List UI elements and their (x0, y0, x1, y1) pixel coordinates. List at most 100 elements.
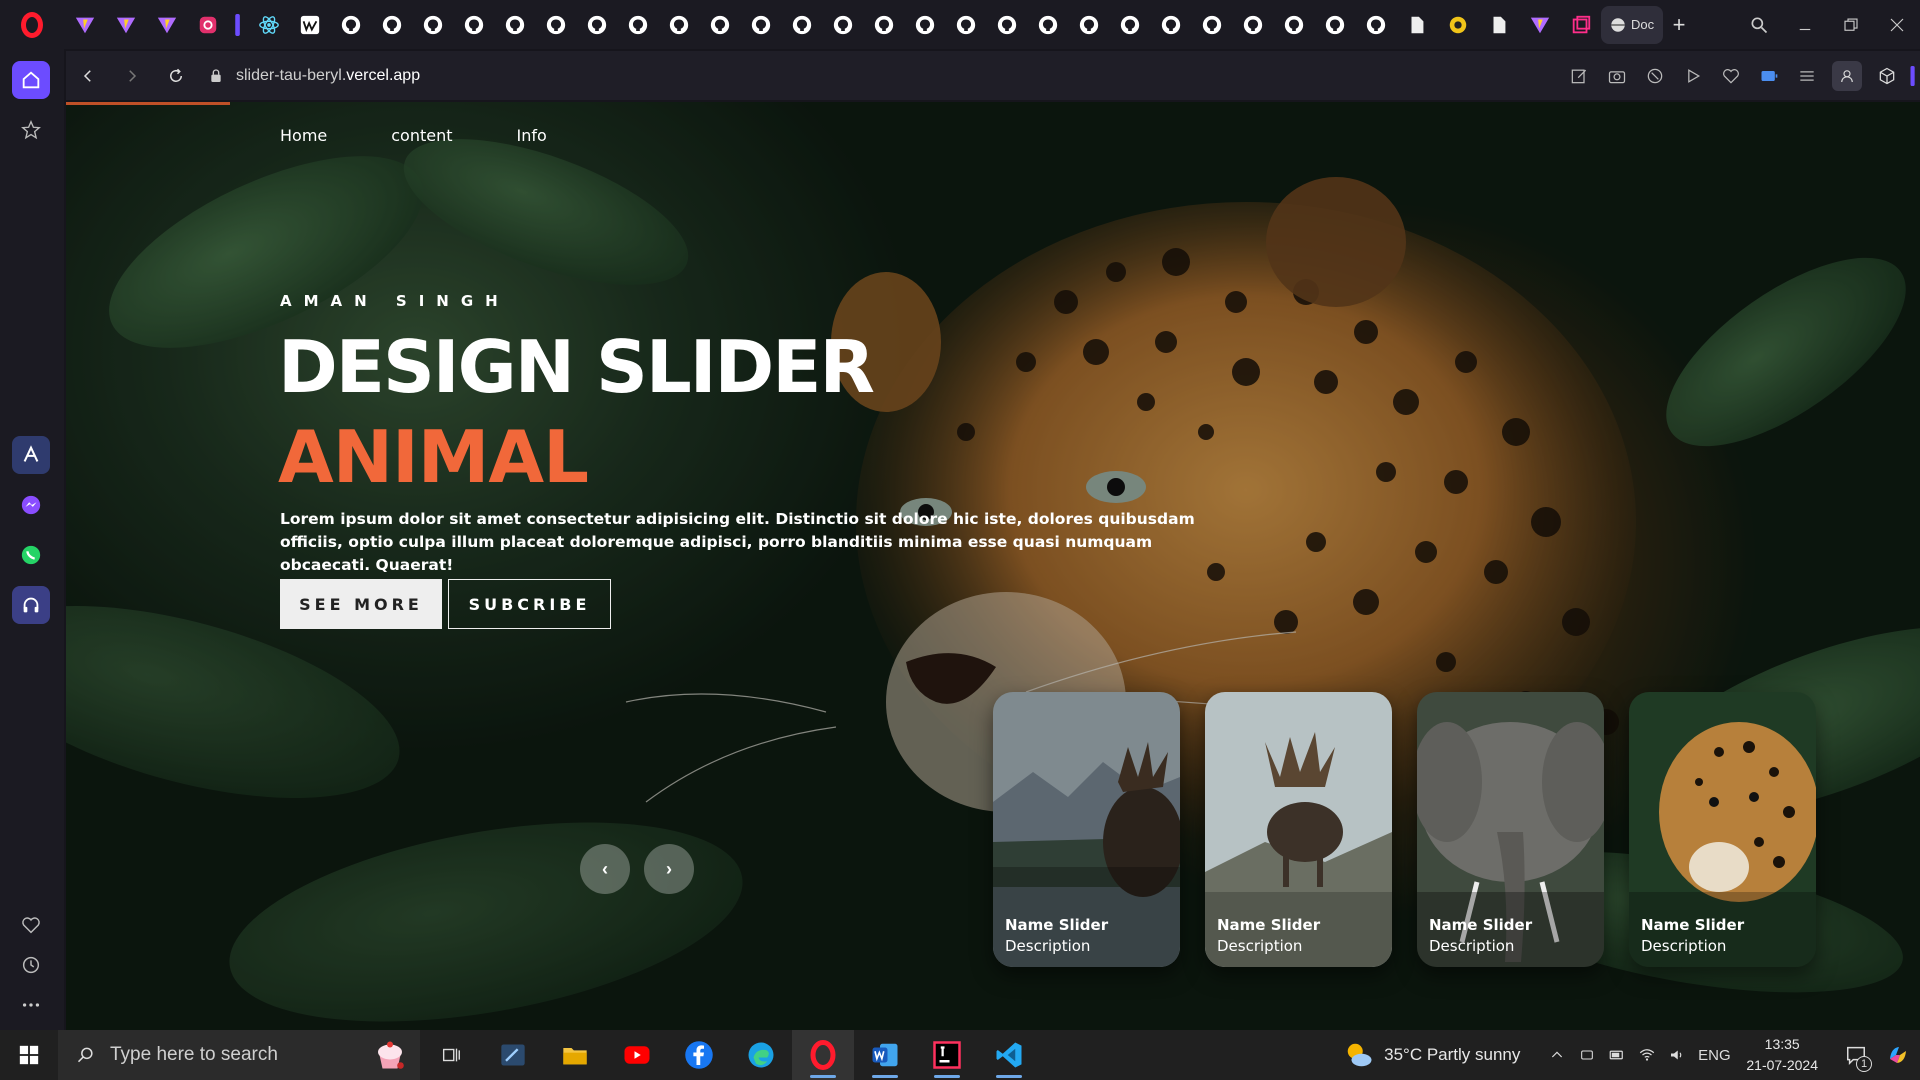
adblock-button[interactable] (1636, 51, 1674, 100)
tab-github[interactable] (494, 6, 535, 44)
sidebar-aria-button[interactable] (12, 436, 50, 474)
tab-vite[interactable] (105, 6, 146, 44)
tab-document[interactable] (1396, 6, 1437, 44)
snapshot-button[interactable] (1598, 51, 1636, 100)
notification-center-button[interactable]: 1 (1836, 1044, 1876, 1072)
search-tabs-button[interactable] (1736, 0, 1782, 49)
clock[interactable]: 13:35 21-07-2024 (1746, 1034, 1818, 1076)
taskbar-app-opera[interactable] (792, 1030, 854, 1080)
tab-instagram[interactable] (187, 6, 228, 44)
tab-github[interactable] (1150, 6, 1191, 44)
tab-github[interactable] (412, 6, 453, 44)
tab-document[interactable] (1478, 6, 1519, 44)
tab-github[interactable] (1027, 6, 1068, 44)
tab-blank[interactable] (228, 6, 248, 44)
taskbar-app-snipping[interactable] (482, 1030, 544, 1080)
taskbar-app-edge[interactable] (730, 1030, 792, 1080)
sidebar-music-button[interactable] (12, 586, 50, 624)
copilot-button[interactable] (1876, 1043, 1920, 1067)
profile-button[interactable] (1832, 60, 1862, 91)
tab-github[interactable] (1355, 6, 1396, 44)
back-button[interactable] (66, 54, 110, 98)
minimize-button[interactable] (1782, 0, 1828, 49)
nav-link-content[interactable]: content (391, 126, 452, 145)
battery-saver-button[interactable] (1750, 51, 1788, 100)
tab-github[interactable] (330, 6, 371, 44)
start-button[interactable] (0, 1030, 58, 1080)
taskbar-app-file-explorer[interactable] (544, 1030, 606, 1080)
prev-slide-button[interactable]: ‹ (580, 844, 630, 894)
taskbar-app-youtube[interactable] (606, 1030, 668, 1080)
sidebar-whatsapp-button[interactable] (12, 536, 50, 574)
language-indicator[interactable]: ENG (1692, 1047, 1736, 1064)
see-more-button[interactable]: SEE MORE (280, 579, 442, 629)
nav-link-info[interactable]: Info (517, 126, 547, 145)
tab-react[interactable] (248, 6, 289, 44)
thumbnail-moose-lake[interactable]: Name Slider Description (993, 692, 1180, 967)
sidebar-home-button[interactable] (12, 61, 50, 99)
thumbnail-moose-rock[interactable]: Name Slider Description (1205, 692, 1392, 967)
subscribe-button[interactable]: SUBCRIBE (448, 579, 611, 629)
tab-webflow[interactable] (289, 6, 330, 44)
tab-github[interactable] (1068, 6, 1109, 44)
tab-github[interactable] (904, 6, 945, 44)
tab-github[interactable] (1109, 6, 1150, 44)
tab-pinterest-like[interactable] (1560, 6, 1601, 44)
task-view-button[interactable] (420, 1030, 482, 1080)
easy-setup-button[interactable] (1788, 51, 1826, 100)
wifi-button[interactable] (1632, 1046, 1662, 1064)
bookmark-button[interactable] (1712, 51, 1750, 100)
sidebar-toggle[interactable] (1906, 51, 1920, 100)
new-tab-button[interactable]: + (1663, 6, 1695, 44)
tab-github[interactable] (945, 6, 986, 44)
tab-github[interactable] (863, 6, 904, 44)
tab-github[interactable] (1314, 6, 1355, 44)
taskbar-app-word[interactable] (854, 1030, 916, 1080)
sidebar-messenger-button[interactable] (12, 486, 50, 524)
taskbar-app-facebook[interactable] (668, 1030, 730, 1080)
sidebar-speed-dial-button[interactable] (12, 111, 50, 149)
opera-menu-button[interactable] (0, 0, 64, 49)
tab-github[interactable] (617, 6, 658, 44)
tab-github[interactable] (535, 6, 576, 44)
reload-button[interactable] (154, 54, 198, 98)
tab-github[interactable] (781, 6, 822, 44)
meet-now-button[interactable] (1572, 1047, 1602, 1063)
sidebar-bookmarks-button[interactable] (12, 906, 50, 944)
sidebar-history-button[interactable] (12, 946, 50, 984)
nav-link-home[interactable]: Home (280, 126, 327, 145)
tab-github[interactable] (822, 6, 863, 44)
tab-github[interactable] (986, 6, 1027, 44)
battery-button[interactable] (1602, 1046, 1632, 1064)
thumbnail-elephant[interactable]: Name Slider Description (1417, 692, 1604, 967)
tab-vite[interactable] (146, 6, 187, 44)
taskbar-app-vscode[interactable] (978, 1030, 1040, 1080)
extensions-button[interactable] (1868, 51, 1906, 100)
tab-github[interactable] (658, 6, 699, 44)
tab-yellow-app[interactable] (1437, 6, 1478, 44)
tab-github[interactable] (453, 6, 494, 44)
tab-github[interactable] (699, 6, 740, 44)
volume-button[interactable] (1662, 1046, 1692, 1064)
restore-button[interactable] (1828, 0, 1874, 49)
taskbar-app-intellij[interactable] (916, 1030, 978, 1080)
tab-vite[interactable] (1519, 6, 1560, 44)
next-slide-button[interactable]: › (644, 844, 694, 894)
show-hidden-icons-button[interactable] (1542, 1047, 1572, 1063)
tab-github[interactable] (576, 6, 617, 44)
edit-page-button[interactable] (1560, 51, 1598, 100)
thumbnail-jaguar[interactable]: Name Slider Description (1629, 692, 1816, 967)
forward-button[interactable] (110, 54, 154, 98)
tab-github[interactable] (1273, 6, 1314, 44)
taskbar-search-field[interactable]: Type here to search (58, 1030, 420, 1080)
tab-github[interactable] (1191, 6, 1232, 44)
tab-vite[interactable] (64, 6, 105, 44)
tab-active[interactable]: Doc (1601, 5, 1663, 44)
tab-github[interactable] (740, 6, 781, 44)
tab-github[interactable] (1232, 6, 1273, 44)
url-field[interactable]: slider-tau-beryl.vercel.app (208, 67, 420, 85)
close-button[interactable] (1874, 0, 1920, 49)
tab-github[interactable] (371, 6, 412, 44)
sidebar-more-button[interactable] (12, 986, 50, 1024)
weather-widget[interactable]: 35°C Partly sunny (1344, 1040, 1520, 1070)
